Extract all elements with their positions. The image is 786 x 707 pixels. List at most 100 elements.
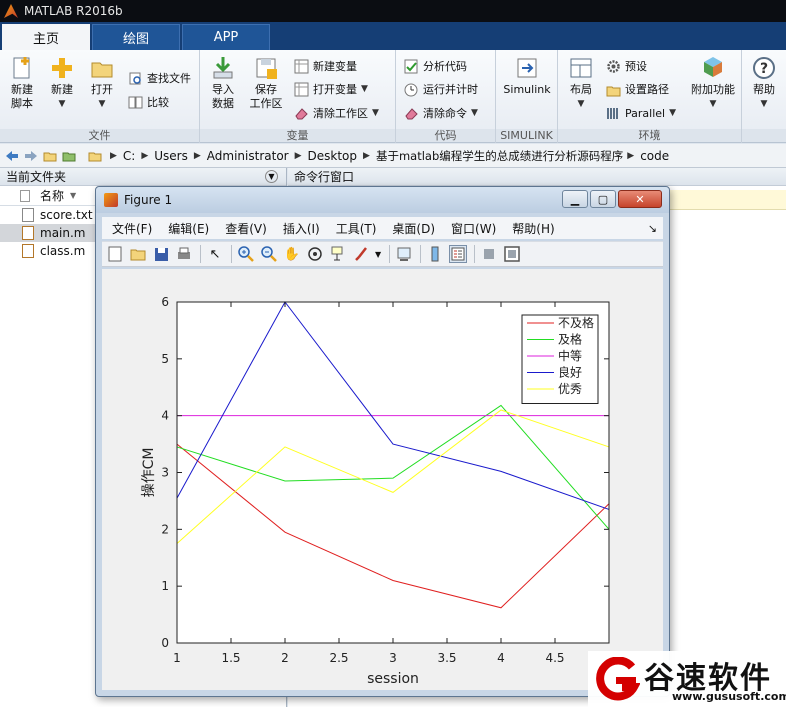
ribbon-tabbar: 主页 绘图 APP — [0, 22, 786, 50]
dock-arrow-icon[interactable]: ↘ — [648, 222, 657, 235]
set-path-icon — [606, 86, 621, 96]
link-plot-icon[interactable] — [395, 245, 413, 263]
new-script-button[interactable]: 新建 脚本 — [6, 55, 38, 111]
find-files-button[interactable]: 查找文件 — [128, 68, 191, 88]
menu-file[interactable]: 文件(F) — [112, 220, 152, 237]
ribbon-group-resources: ? 帮助 ▼ — [742, 50, 786, 143]
open-file-icon[interactable] — [129, 245, 147, 263]
chevron-down-icon[interactable]: ▼ — [375, 250, 381, 259]
new-button[interactable]: 新建 ▼ — [46, 55, 78, 111]
menu-tools[interactable]: 工具(T) — [336, 220, 377, 237]
open-button[interactable]: 打开 ▼ — [86, 55, 118, 111]
figure-title: Figure 1 — [124, 193, 173, 207]
legend-label-5: 优秀 — [558, 382, 582, 396]
simulink-button[interactable]: Simulink — [500, 55, 554, 97]
data-cursor-icon[interactable] — [329, 245, 347, 263]
line-chart[interactable]: 1 1.5 2 2.5 3 3.5 4 4.50123456session操作CM不及格及格中… — [102, 269, 663, 690]
breadcrumb-item[interactable]: Desktop — [308, 149, 358, 163]
eraser-icon — [295, 107, 308, 119]
sort-down-icon: ▼ — [70, 191, 77, 200]
pointer-icon[interactable]: ↖ — [206, 245, 224, 263]
tab-home[interactable]: 主页 — [2, 24, 90, 50]
insert-legend-icon[interactable] — [449, 245, 468, 263]
toolbar-separator — [420, 245, 422, 263]
x-tick-label: 4 — [497, 651, 505, 665]
y-tick-label: 4 — [161, 409, 169, 423]
save-icon[interactable] — [152, 245, 170, 263]
breadcrumb-item[interactable]: C: — [123, 149, 135, 163]
breadcrumb-separator-icon: ▶ — [294, 150, 302, 161]
import-data-button[interactable]: 导入 数据 — [206, 55, 240, 111]
toolbar-separator — [474, 245, 476, 263]
set-path-button[interactable]: 设置路径 — [606, 79, 669, 99]
simulink-icon — [517, 58, 537, 78]
chevron-down-icon: ▼ — [760, 99, 768, 109]
insert-colorbar-icon[interactable] — [426, 245, 444, 263]
legend-label-2: 及格 — [558, 332, 582, 347]
clear-commands-button[interactable]: 清除命令 ▼ — [404, 103, 478, 123]
parallel-button[interactable]: Parallel ▼ — [606, 103, 676, 123]
script-file-icon — [22, 226, 34, 240]
layout-button[interactable]: 布局 ▼ — [564, 55, 598, 111]
clear-workspace-button[interactable]: 清除工作区 ▼ — [294, 103, 379, 123]
zoom-out-icon[interactable] — [260, 245, 278, 263]
help-button[interactable]: ? 帮助 ▼ — [748, 55, 780, 111]
panel-menu-icon[interactable]: ▼ — [265, 170, 278, 183]
new-variable-button[interactable]: 新建变量 — [294, 56, 357, 76]
compare-button[interactable]: 比较 — [128, 92, 169, 112]
new-script-icon — [13, 57, 30, 79]
chevron-down-icon: ▼ — [361, 84, 368, 94]
eraser-icon — [405, 107, 418, 119]
print-icon[interactable] — [175, 245, 193, 263]
preferences-button[interactable]: 预设 — [606, 56, 647, 76]
maximize-button[interactable]: ▢ — [590, 190, 616, 208]
breadcrumb-item[interactable]: code — [640, 149, 669, 163]
brush-icon[interactable] — [352, 245, 370, 263]
browse-folder-icon[interactable] — [62, 150, 76, 162]
current-folder-title: 当前文件夹 ▼ — [0, 168, 286, 186]
menu-view[interactable]: 查看(V) — [225, 220, 267, 237]
hide-plot-tools-icon[interactable] — [480, 245, 498, 263]
x-tick-label: 3 — [389, 651, 397, 665]
menu-edit[interactable]: 编辑(E) — [168, 220, 209, 237]
show-plot-tools-icon[interactable] — [503, 245, 521, 263]
analyze-code-button[interactable]: 分析代码 — [404, 56, 467, 76]
rotate-3d-icon[interactable] — [306, 245, 324, 263]
breadcrumb-item[interactable]: 基于matlab编程学生的总成绩进行分析源码程序 — [376, 148, 623, 164]
run-and-time-button[interactable]: 运行并计时 — [404, 79, 478, 99]
open-variable-button[interactable]: 打开变量 ▼ — [294, 79, 368, 99]
ribbon-group-file: 新建 脚本 新建 ▼ 打开 ▼ 查找文件 比较 文件 — [0, 50, 200, 143]
zoom-in-icon[interactable] — [237, 245, 255, 263]
breadcrumb-separator-icon: ▶ — [363, 150, 370, 161]
gear-icon — [607, 59, 620, 73]
figure-toolbar: ↖ ✋ ▼ — [102, 241, 663, 267]
breadcrumb-item[interactable]: Users — [154, 149, 188, 163]
pan-hand-icon[interactable]: ✋ — [283, 245, 301, 263]
up-folder-icon[interactable] — [43, 150, 57, 162]
minimize-button[interactable]: ▁ — [562, 190, 588, 208]
tab-plots[interactable]: 绘图 — [92, 24, 180, 50]
menu-window[interactable]: 窗口(W) — [451, 220, 496, 237]
y-tick-label: 1 — [161, 579, 169, 593]
breadcrumb-item[interactable]: Administrator — [207, 149, 289, 163]
toolbar-separator — [231, 245, 232, 263]
menu-insert[interactable]: 插入(I) — [283, 220, 320, 237]
figure-window: Figure 1 ▁ ▢ ✕ 文件(F) 编辑(E) 查看(V) 插入(I) 工… — [95, 186, 670, 697]
app-titlebar: MATLAB R2016b — [0, 0, 786, 22]
close-button[interactable]: ✕ — [618, 190, 662, 208]
figure-icon — [104, 193, 118, 207]
forward-arrow-icon[interactable] — [24, 150, 38, 162]
save-workspace-button[interactable]: 保存 工作区 — [246, 55, 286, 111]
class-file-icon — [22, 244, 34, 258]
menu-desktop[interactable]: 桌面(D) — [392, 220, 435, 237]
menu-help[interactable]: 帮助(H) — [512, 220, 554, 237]
tab-apps[interactable]: APP — [182, 24, 270, 50]
add-ons-button[interactable]: 附加功能 ▼ — [688, 55, 738, 111]
breadcrumb-separator-icon: ▶ — [193, 150, 201, 161]
new-figure-icon[interactable] — [106, 245, 124, 263]
y-axis-label: 操作CM — [141, 448, 157, 498]
y-tick-label: 2 — [161, 522, 169, 536]
figure-canvas: 1 1.5 2 2.5 3 3.5 4 4.5 0 1 2 3 4 5 6 session 操作CM 不及格 及格中… — [102, 269, 663, 690]
maximize-icon: ▢ — [597, 192, 609, 206]
back-arrow-icon[interactable] — [5, 150, 19, 162]
